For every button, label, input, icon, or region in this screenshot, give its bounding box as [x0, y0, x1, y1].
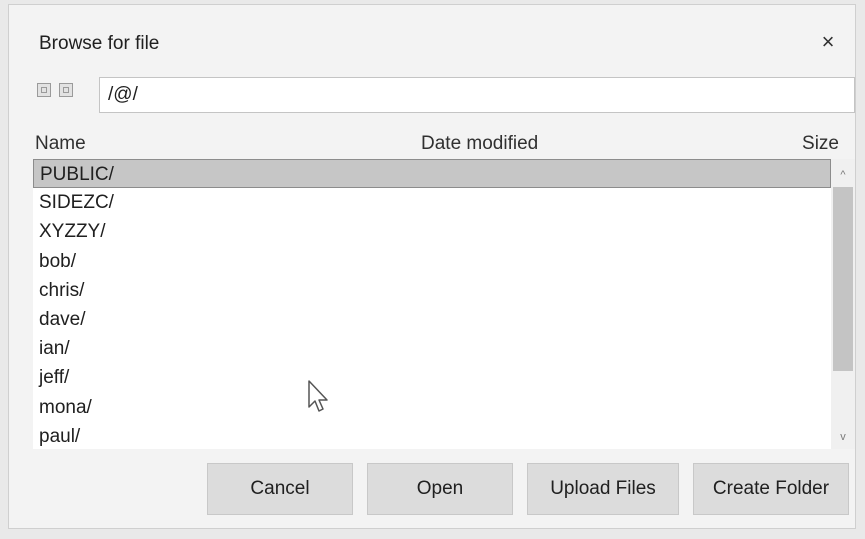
file-row[interactable]: bob/ — [33, 247, 831, 276]
file-row[interactable]: mona/ — [33, 393, 831, 422]
column-header-name[interactable]: Name — [35, 133, 86, 155]
open-button[interactable]: Open — [367, 463, 513, 515]
scroll-down-icon[interactable]: v — [831, 425, 855, 449]
path-input[interactable] — [99, 77, 855, 113]
mouse-pointer-icon — [308, 380, 328, 412]
close-icon[interactable]: × — [813, 27, 843, 57]
file-row[interactable]: ian/ — [33, 334, 831, 363]
file-row[interactable]: PUBLIC/ — [33, 159, 831, 189]
nav-icons — [37, 83, 73, 97]
column-header-size[interactable]: Size — [802, 133, 839, 155]
button-row: Cancel Open Upload Files Create Folder — [207, 463, 849, 515]
nav-forward-icon[interactable] — [59, 83, 73, 97]
file-row[interactable]: chris/ — [33, 276, 831, 305]
dialog-title: Browse for file — [39, 33, 160, 54]
file-row[interactable]: dave/ — [33, 305, 831, 334]
file-list-scrollbar[interactable]: ^ v — [831, 159, 855, 449]
cancel-button[interactable]: Cancel — [207, 463, 353, 515]
column-header-date-modified[interactable]: Date modified — [421, 133, 538, 155]
browse-dialog: Browse for file × Name Date modified Siz… — [8, 4, 856, 529]
scroll-up-icon[interactable]: ^ — [831, 163, 855, 187]
file-row[interactable]: SIDEZC/ — [33, 188, 831, 217]
file-list[interactable]: PUBLIC/SIDEZC/XYZZY/bob/chris/dave/ian/j… — [33, 159, 831, 449]
upload-files-button[interactable]: Upload Files — [527, 463, 679, 515]
nav-back-icon[interactable] — [37, 83, 51, 97]
file-row[interactable]: jeff/ — [33, 363, 831, 392]
file-row[interactable]: XYZZY/ — [33, 217, 831, 246]
file-row[interactable]: paul/ — [33, 422, 831, 449]
create-folder-button[interactable]: Create Folder — [693, 463, 849, 515]
scroll-thumb[interactable] — [833, 187, 853, 371]
